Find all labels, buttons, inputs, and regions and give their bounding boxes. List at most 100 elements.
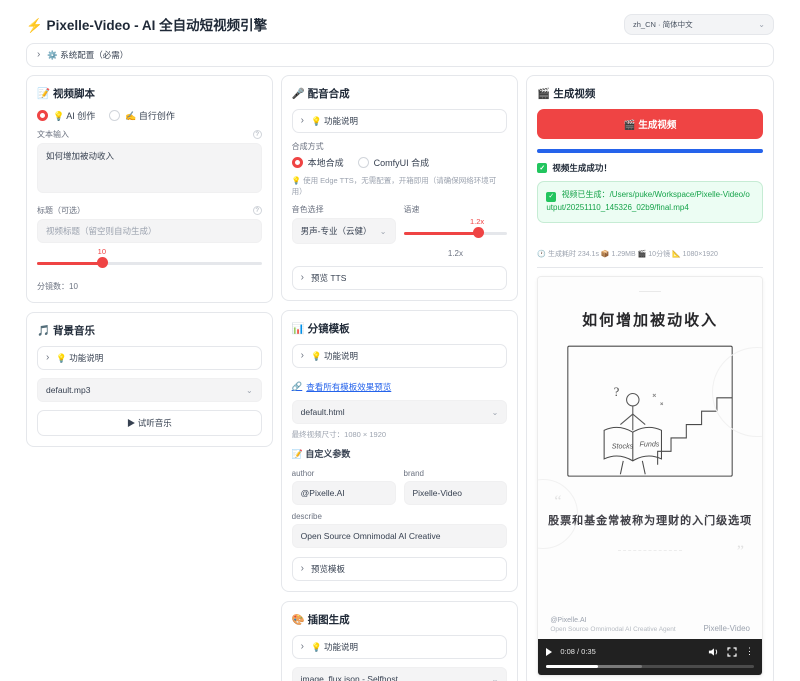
radio-selected-icon [37, 110, 48, 121]
preview-music-button[interactable]: ▶ 试听音乐 [37, 410, 262, 436]
slider-value-label: 1.2x [470, 217, 484, 226]
voice-select-dropdown[interactable]: 男声-专业（云健） ⌄ [292, 218, 396, 244]
speed-slider[interactable]: 1.2x [404, 227, 508, 241]
chevron-right-icon: › [301, 351, 304, 361]
template-help-label: 💡 功能说明 [311, 350, 358, 362]
slider-handle[interactable] [97, 257, 108, 268]
video-player[interactable]: 如何增加被动收入 ? [537, 276, 763, 676]
video-title-input[interactable] [37, 219, 262, 243]
voice-select-field: 音色选择 男声-专业（云健） ⌄ [292, 204, 396, 258]
timestamp: 0:08 / 0:35 [560, 647, 595, 656]
brand-field: brand [404, 462, 508, 505]
template-help-accordion[interactable]: › 💡 功能说明 [292, 344, 508, 368]
result-label: 视频已生成： [562, 190, 610, 199]
voice-help-label: 💡 功能说明 [311, 115, 358, 127]
radio-manual-label: ✍️ 自行创作 [125, 109, 175, 122]
music-help-accordion[interactable]: › 💡 功能说明 [37, 346, 262, 370]
result-box: ✓ 视频已生成：/Users/puke/Workspace/Pixelle-Vi… [537, 181, 763, 223]
radio-ai-create[interactable]: 💡 AI 创作 [37, 109, 95, 122]
radio-comfyui-synthesis[interactable]: ComfyUI 合成 [358, 156, 430, 169]
chevron-right-icon: › [301, 273, 304, 283]
describe-field: describe [292, 512, 508, 548]
link-icon: 🔗 [292, 381, 303, 393]
author-input[interactable] [292, 481, 396, 505]
chevron-down-icon: ⌄ [492, 675, 499, 681]
main-columns: 📝 视频脚本 💡 AI 创作 ✍️ 自行创作 文本输入 ? 如何增加被动收入 [0, 75, 800, 681]
app: ⚡ Pixelle-Video - AI 全自动短视频引擎 zh_CN · 简体… [0, 0, 800, 681]
open-quote-mark: “ [554, 493, 561, 511]
slider-value-label: 10 [98, 247, 106, 256]
describe-input[interactable] [292, 524, 508, 548]
video-progress-bar[interactable] [546, 665, 754, 668]
template-preview-accordion[interactable]: › 预览模板 [292, 557, 508, 581]
template-file-dropdown[interactable]: default.html ⌄ [292, 400, 508, 424]
illustration-help-accordion[interactable]: › 💡 功能说明 [292, 635, 508, 659]
radio-ai-label: 💡 AI 创作 [53, 109, 95, 122]
video-headline: 如何增加被动收入 [538, 309, 762, 330]
chevron-down-icon: ⌄ [492, 408, 499, 417]
speed-label: 语速 [404, 204, 420, 215]
info-icon[interactable]: ? [253, 206, 262, 215]
slider-fill [404, 232, 479, 235]
voice-help-accordion[interactable]: › 💡 功能说明 [292, 109, 508, 133]
workflow-dropdown[interactable]: image_flux.json - Selfhost ⌄ [292, 667, 508, 681]
edge-tts-hint: 💡 使用 Edge TTS，无需配置，开箱即用（请确保网络环境可用） [292, 175, 508, 197]
brand-input[interactable] [404, 481, 508, 505]
custom-params-title: 📝 自定义参数 [292, 447, 508, 460]
sketch-illustration-icon: ? Stocks Funds [564, 342, 736, 488]
chevron-down-icon: ⌄ [246, 386, 253, 395]
radio-manual-create[interactable]: ✍️ 自行创作 [109, 109, 175, 122]
voice-synthesis-card: 🎤 配音合成 › 💡 功能说明 合成方式 本地合成 ComfyUI 合成 [281, 75, 519, 301]
volume-icon[interactable] [708, 647, 719, 657]
slider-handle[interactable] [473, 227, 484, 238]
info-icon[interactable]: ? [253, 130, 262, 139]
script-text-input[interactable]: 如何增加被动收入 [37, 143, 262, 193]
more-options-icon[interactable]: ⋮ [745, 647, 754, 656]
left-column: 📝 视频脚本 💡 AI 创作 ✍️ 自行创作 文本输入 ? 如何增加被动收入 [26, 75, 273, 447]
slider-fill [37, 262, 102, 265]
final-size-note: 最终视频尺寸：1080 × 1920 [292, 429, 508, 440]
video-footer: @Pixelle.AI Open Source Omnimodal AI Cre… [538, 617, 762, 633]
radio-comfyui-label: ComfyUI 合成 [374, 156, 430, 169]
middle-column: 🎤 配音合成 › 💡 功能说明 合成方式 本地合成 ComfyUI 合成 [281, 75, 519, 681]
language-selector[interactable]: zh_CN · 简体中文 ⌄ [624, 14, 774, 35]
generate-video-card: 🎬 生成视频 🎬 生成视频 ✓ 视频生成成功！ ✓ 视频已生成：/Users/p… [526, 75, 774, 681]
shot-count-readout: 分镜数：10 [37, 281, 262, 292]
voice-select-label: 音色选择 [292, 204, 324, 215]
page-title: ⚡ Pixelle-Video - AI 全自动短视频引擎 [26, 14, 267, 34]
right-column: 🎬 生成视频 🎬 生成视频 ✓ 视频生成成功！ ✓ 视频已生成：/Users/p… [526, 75, 774, 681]
chevron-right-icon: › [301, 642, 304, 652]
background-music-title: 🎵 背景音乐 [37, 323, 262, 338]
video-script-card: 📝 视频脚本 💡 AI 创作 ✍️ 自行创作 文本输入 ? 如何增加被动收入 [26, 75, 273, 303]
generate-video-button[interactable]: 🎬 生成视频 [537, 109, 763, 139]
view-templates-link[interactable]: 🔗 查看所有模板效果预览 [292, 381, 392, 393]
chevron-down-icon: ⌄ [380, 227, 387, 236]
music-file-dropdown[interactable]: default.mp3 ⌄ [37, 378, 262, 402]
fullscreen-icon[interactable] [727, 647, 737, 657]
footer-author: @Pixelle.AI [550, 617, 675, 624]
system-config-label: ⚙️ 系统配置（必需） [47, 49, 128, 61]
template-preview-label: 预览模板 [311, 563, 345, 575]
video-frame[interactable]: 如何增加被动收入 ? [538, 277, 762, 639]
view-templates-label: 查看所有模板效果预览 [306, 381, 391, 393]
illustration-title: 🎨 插图生成 [292, 612, 508, 627]
play-button[interactable] [546, 648, 552, 656]
tts-preview-accordion[interactable]: › 预览 TTS [292, 266, 508, 290]
footer-description: Open Source Omnimodal AI Creative Agent [550, 626, 675, 633]
book-right-text: Funds [640, 440, 660, 448]
decorative-dash [618, 550, 682, 551]
language-value: zh_CN · 简体中文 [633, 19, 693, 30]
video-controls: 0:08 / 0:35 ⋮ [538, 639, 762, 675]
radio-local-synthesis[interactable]: 本地合成 [292, 156, 344, 169]
book-left-text: Stocks [612, 442, 634, 450]
check-icon: ✓ [546, 192, 556, 202]
system-config-accordion[interactable]: › ⚙️ 系统配置（必需） [26, 43, 774, 67]
divider [537, 267, 763, 268]
radio-unselected-icon [358, 157, 369, 168]
music-help-label: 💡 功能说明 [56, 352, 103, 364]
author-field: author [292, 462, 396, 505]
shot-count-slider[interactable]: 10 [37, 257, 262, 271]
describe-label: describe [292, 512, 322, 521]
voice-select-value: 男声-专业（云健） [301, 225, 372, 237]
generate-video-title: 🎬 生成视频 [537, 86, 763, 101]
